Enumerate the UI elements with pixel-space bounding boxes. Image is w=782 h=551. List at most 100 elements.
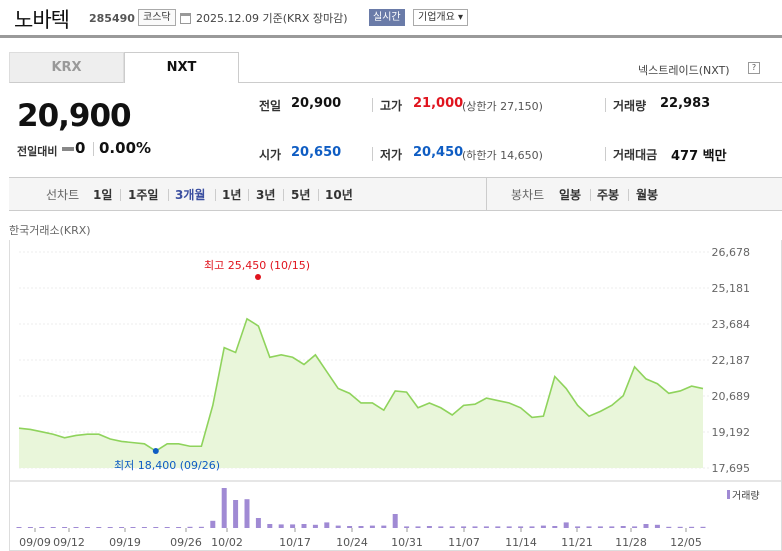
volume-bar: [597, 526, 603, 528]
volume-bar: [666, 526, 672, 528]
x-tick-label: 11/07: [448, 536, 480, 549]
volume-bar: [540, 525, 546, 528]
stock-name: 노바텍: [14, 8, 70, 32]
volume-bar: [586, 526, 592, 528]
realtime-button[interactable]: 실시간: [369, 9, 405, 26]
x-tick-label: 09/09: [19, 536, 51, 549]
volume-bar: [255, 518, 261, 528]
y-tick-label: 26,678: [712, 246, 751, 259]
volume-bar: [632, 526, 638, 528]
calendar-icon: [180, 13, 191, 24]
volume-bar: [27, 527, 33, 528]
volume-bar: [506, 526, 512, 528]
prev-close-value: 20,900: [291, 96, 342, 111]
volume-bar: [609, 526, 615, 528]
volume-bar: [335, 525, 341, 528]
price-area: [19, 318, 703, 468]
lower-limit: (하한가 14,650): [462, 149, 543, 162]
y-tick-label: 25,181: [712, 282, 751, 295]
volume-bar: [426, 526, 432, 528]
divider: [318, 189, 319, 201]
period-10y[interactable]: 10년: [325, 186, 353, 203]
volume-bar: [198, 526, 204, 528]
x-tick-label: 10/17: [279, 536, 311, 549]
exchange-label: 한국거래소(KRX): [9, 224, 91, 237]
volume-bar: [449, 526, 455, 528]
current-price: 20,900: [17, 98, 132, 134]
tab-nxt[interactable]: NXT: [124, 52, 239, 83]
volume-bar: [267, 524, 273, 528]
help-icon[interactable]: ?: [748, 62, 760, 74]
volume-bar: [381, 525, 387, 528]
volume-bar: [415, 526, 421, 528]
divider: [372, 147, 373, 161]
volume-bar: [141, 527, 147, 528]
prev-close-label: 전일: [259, 99, 282, 113]
period-3m[interactable]: 3개월: [175, 186, 205, 203]
volume-bar: [39, 527, 45, 528]
volume-bar: [324, 522, 330, 528]
period-1d[interactable]: 1일: [93, 186, 112, 203]
candle-monthly[interactable]: 월봉: [636, 186, 658, 203]
volume-bar: [472, 526, 478, 528]
volume-bar: [677, 526, 683, 528]
volume-bar: [84, 527, 90, 528]
low-value: 20,450: [413, 145, 464, 160]
volume-bar: [62, 527, 68, 528]
trade-value: 477 백만: [671, 149, 727, 164]
stock-code: 285490: [89, 12, 135, 25]
candle-weekly[interactable]: 주봉: [597, 186, 619, 203]
divider: [168, 189, 169, 201]
divider: [605, 98, 606, 112]
volume-bar: [119, 527, 125, 528]
volume-bar: [620, 526, 626, 528]
volume-bar: [654, 524, 660, 528]
candle-daily[interactable]: 일봉: [559, 186, 581, 203]
volume-bar: [495, 526, 501, 528]
volume-bar: [290, 524, 296, 528]
volume-bar: [221, 488, 227, 528]
volume-bar: [643, 524, 649, 528]
volume-label: 거래량: [613, 99, 647, 113]
tab-krx[interactable]: KRX: [9, 52, 124, 83]
period-1w[interactable]: 1주일: [128, 186, 158, 203]
company-info-dropdown[interactable]: 기업개요 ▾: [413, 9, 468, 26]
stock-header: 노바텍 285490 코스닥 2025.12.09 기준(KRX 장마감) 실시…: [0, 0, 782, 38]
price-chart[interactable]: 26,678 25,181 23,684 22,187 20,689 19,192 17,6…: [9, 240, 782, 551]
divider: [248, 189, 249, 201]
x-tick-label: 10/24: [336, 536, 368, 549]
volume-bar: [347, 526, 353, 528]
x-tick-label: 12/05: [670, 536, 702, 549]
period-5y[interactable]: 5년: [291, 186, 310, 203]
volume-bar: [187, 526, 193, 528]
divider: [486, 178, 487, 210]
volume-bar: [552, 526, 558, 528]
volume-bar: [16, 527, 22, 528]
volume-bar: [438, 526, 444, 528]
open-value: 20,650: [291, 145, 342, 160]
x-tick-label: 11/21: [561, 536, 593, 549]
x-tick-label: 09/26: [170, 536, 202, 549]
volume-bar: [176, 527, 182, 528]
nxt-info-link[interactable]: 넥스트레이드(NXT): [638, 62, 730, 78]
period-3y[interactable]: 3년: [256, 186, 275, 203]
x-tick-label: 09/12: [53, 536, 85, 549]
high-label: 고가: [380, 99, 403, 113]
volume-bar: [301, 524, 307, 528]
line-chart-label: 선차트: [46, 188, 80, 202]
exchange-tabs: KRX NXT: [9, 52, 239, 83]
x-tick-label: 11/14: [505, 536, 537, 549]
low-label: 저가: [380, 148, 403, 162]
period-1y[interactable]: 1년: [222, 186, 241, 203]
x-tick-label: 09/19: [109, 536, 141, 549]
volume-bar: [130, 527, 136, 528]
volume-bar: [107, 527, 113, 528]
divider: [372, 98, 373, 112]
volume-bar: [689, 526, 695, 528]
y-tick-label: 23,684: [712, 318, 751, 331]
y-tick-label: 22,187: [712, 354, 751, 367]
volume-bar: [461, 526, 467, 528]
divider: [215, 189, 216, 201]
open-label: 시가: [259, 148, 282, 162]
volume-bar: [392, 514, 398, 528]
